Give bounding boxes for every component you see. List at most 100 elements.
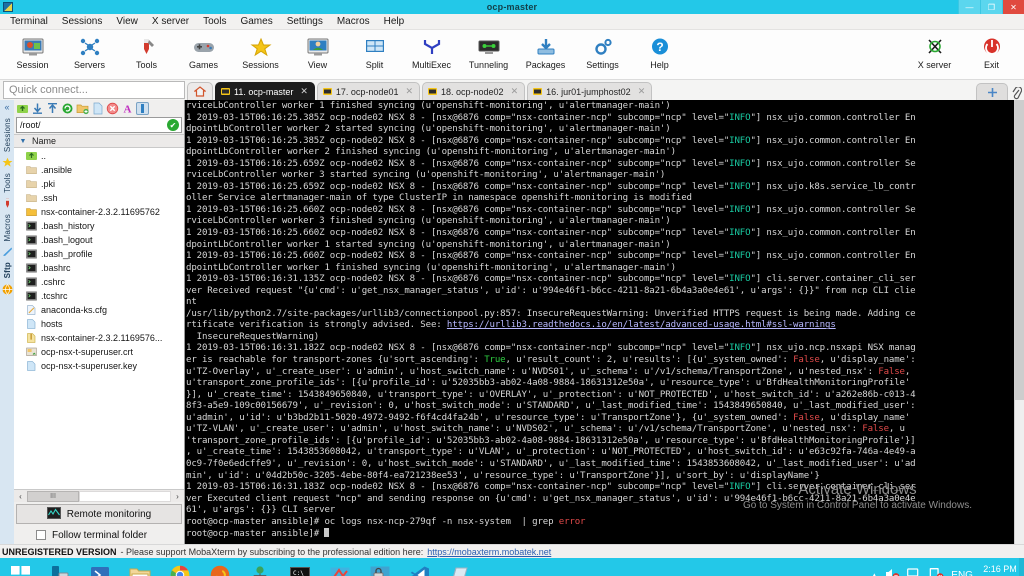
firefox-icon[interactable] — [200, 558, 240, 576]
toolbar-button-servers[interactable]: Servers — [61, 32, 118, 70]
menu-item-games[interactable]: Games — [233, 15, 279, 28]
sidebar-tab-sftp[interactable]: Sftp — [3, 262, 12, 278]
tab-jur01-jumphost02[interactable]: 16. jur01-jumphost02 ✕ — [527, 82, 653, 100]
network-icon[interactable] — [907, 567, 922, 576]
maximize-button[interactable]: ❐ — [980, 0, 1002, 14]
toolbar-button-multiexec[interactable]: MultiExec — [403, 32, 460, 70]
vscode-icon[interactable] — [400, 558, 440, 576]
putty-icon[interactable] — [360, 558, 400, 576]
list-item[interactable]: .tcshrc — [14, 289, 184, 303]
sidebar-tab-sessions[interactable]: Sessions — [3, 118, 12, 152]
menu-item-xserver[interactable]: X server — [145, 15, 196, 28]
scroll-left-icon[interactable]: ‹ — [14, 492, 27, 501]
list-item[interactable]: anaconda-ks.cfg — [14, 303, 184, 317]
upload-icon[interactable] — [46, 102, 59, 115]
sftp-path-bar[interactable]: /root/ ✔ — [16, 117, 182, 133]
terminal-output[interactable]: rviceLbController worker 1 finished sync… — [185, 100, 1024, 541]
list-item[interactable]: nsx-container-2.3.2.1169576... — [14, 331, 184, 345]
scroll-thumb[interactable]: III — [27, 490, 79, 502]
toolbar-button-tunneling[interactable]: Tunneling — [460, 32, 517, 70]
new-folder-icon[interactable] — [76, 102, 89, 115]
list-item[interactable]: .ssh — [14, 191, 184, 205]
scroll-right-icon[interactable]: › — [171, 492, 184, 501]
quick-connect-input[interactable]: Quick connect... — [3, 81, 185, 99]
toolbar-button-settings[interactable]: Settings — [574, 32, 631, 70]
menu-item-settings[interactable]: Settings — [280, 15, 330, 28]
menu-item-help[interactable]: Help — [377, 15, 412, 28]
toolbar-button-session[interactable]: Session — [4, 32, 61, 70]
list-item[interactable]: .bash_history — [14, 219, 184, 233]
file-explorer-icon[interactable] — [120, 558, 160, 576]
action-center-alert-icon[interactable] — [929, 567, 944, 576]
menu-item-tools[interactable]: Tools — [196, 15, 233, 28]
tab-ocp-node02[interactable]: 18. ocp-node02 ✕ — [422, 82, 526, 100]
toolbar-button-view[interactable]: View — [289, 32, 346, 70]
sftp-horizontal-scrollbar[interactable]: ‹ III › — [14, 489, 184, 502]
terminal-scroll-thumb[interactable] — [1015, 100, 1024, 400]
toolbar-button-split[interactable]: Split — [346, 32, 403, 70]
language-indicator[interactable]: ENG — [951, 570, 973, 576]
volume-muted-icon[interactable] — [885, 567, 900, 576]
follow-terminal-folder-checkbox[interactable] — [36, 530, 46, 540]
minimize-button[interactable]: — — [958, 0, 980, 14]
sort-indicator-icon[interactable]: ▼ — [14, 138, 32, 145]
toolbar-button-games[interactable]: Games — [175, 32, 232, 70]
mobaxterm-link[interactable]: https://mobaxterm.mobatek.net — [427, 547, 551, 557]
list-item[interactable]: .bashrc — [14, 261, 184, 275]
tray-expand-icon[interactable]: ▲ — [870, 571, 878, 576]
list-item[interactable]: .pki — [14, 177, 184, 191]
delete-icon[interactable] — [106, 102, 119, 115]
tab-ocp-master[interactable]: 11. ocp-master ✕ — [215, 82, 315, 100]
sftp-file-list[interactable]: .. .ansible .pki .ssh nsx-container-2.3.… — [14, 148, 184, 489]
network-tool-icon[interactable] — [240, 558, 280, 576]
list-item[interactable]: .. — [14, 149, 184, 163]
list-item[interactable]: .ansible — [14, 163, 184, 177]
tab-close-icon[interactable]: ✕ — [511, 86, 519, 97]
powershell-icon[interactable] — [80, 558, 120, 576]
tab-ocp-node01[interactable]: 17. ocp-node01 ✕ — [316, 82, 421, 100]
text-mode-icon[interactable]: A — [121, 102, 134, 115]
terminal-scrollbar[interactable] — [1014, 100, 1024, 544]
tab-close-icon[interactable]: ✕ — [300, 86, 308, 97]
toolbar-button-packages[interactable]: Packages — [517, 32, 574, 70]
menu-item-sessions[interactable]: Sessions — [55, 15, 110, 28]
list-item[interactable]: hosts — [14, 317, 184, 331]
server-manager-icon[interactable] — [40, 558, 80, 576]
close-button[interactable]: ✕ — [1002, 0, 1024, 14]
tab-close-icon[interactable]: ✕ — [638, 86, 646, 97]
collapse-sidebar-icon[interactable]: « — [4, 102, 9, 112]
new-tab-button[interactable] — [976, 83, 1008, 100]
attach-clip-button[interactable] — [1008, 87, 1024, 100]
list-item[interactable]: ocp-nsx-t-superuser.key — [14, 359, 184, 373]
list-item[interactable]: ocp-nsx-t-superuser.crt — [14, 345, 184, 359]
toolbar-button-xserver[interactable]: X server — [906, 32, 963, 70]
refresh-icon[interactable] — [61, 102, 74, 115]
new-file-icon[interactable] — [91, 102, 104, 115]
toolbar-button-sessions[interactable]: Sessions — [232, 32, 289, 70]
go-up-dir-icon[interactable] — [16, 102, 29, 115]
menu-item-terminal[interactable]: Terminal — [3, 15, 55, 28]
menu-item-macros[interactable]: Macros — [330, 15, 377, 28]
chrome-icon[interactable] — [160, 558, 200, 576]
command-prompt-icon[interactable]: C:\ — [280, 558, 320, 576]
scroll-track[interactable] — [79, 490, 171, 502]
list-item[interactable]: .bash_profile — [14, 247, 184, 261]
toolbar-button-exit[interactable]: Exit — [963, 32, 1020, 70]
list-item[interactable]: .cshrc — [14, 275, 184, 289]
toolbar-button-tools[interactable]: Tools — [118, 32, 175, 70]
menu-item-view[interactable]: View — [109, 15, 145, 28]
home-tab-button[interactable] — [187, 82, 213, 100]
sidebar-tab-macros[interactable]: Macros — [3, 214, 12, 241]
notepad-icon[interactable] — [440, 558, 480, 576]
show-desktop-button[interactable] — [1019, 558, 1024, 576]
download-icon[interactable] — [31, 102, 44, 115]
terminal-panel[interactable]: rviceLbController worker 1 finished sync… — [185, 100, 1024, 544]
file-column-name[interactable]: Name — [32, 136, 56, 146]
start-button-icon[interactable] — [0, 558, 40, 576]
mobaxterm-icon[interactable] — [320, 558, 360, 576]
remote-monitoring-button[interactable]: Remote monitoring — [16, 504, 182, 524]
sidebar-tab-tools[interactable]: Tools — [3, 173, 12, 193]
follow-terminal-folder-row[interactable]: Follow terminal folder — [14, 526, 184, 544]
toolbar-button-help[interactable]: ? Help — [631, 32, 688, 70]
split-view-icon[interactable] — [136, 101, 149, 115]
